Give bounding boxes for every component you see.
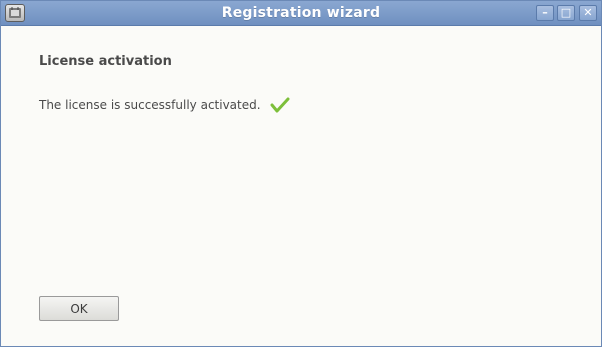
title-bar[interactable]: Registration wizard – □ ✕ xyxy=(1,1,601,26)
maximize-button[interactable]: □ xyxy=(557,5,575,21)
checkmark-icon xyxy=(270,96,290,114)
registration-wizard-window: Registration wizard – □ ✕ License activa… xyxy=(0,0,602,347)
window-title: Registration wizard xyxy=(221,5,381,21)
close-button[interactable]: ✕ xyxy=(579,5,597,21)
status-row: The license is successfully activated. xyxy=(39,96,290,114)
minimize-button[interactable]: – xyxy=(536,5,554,21)
status-message: The license is successfully activated. xyxy=(39,98,261,112)
maximize-icon: □ xyxy=(560,6,572,19)
minimize-icon: – xyxy=(542,6,548,19)
close-icon: ✕ xyxy=(583,6,593,19)
ok-button[interactable]: OK xyxy=(39,296,119,321)
page-heading: License activation xyxy=(39,54,172,69)
wizard-content: License activation The license is succes… xyxy=(1,26,601,346)
